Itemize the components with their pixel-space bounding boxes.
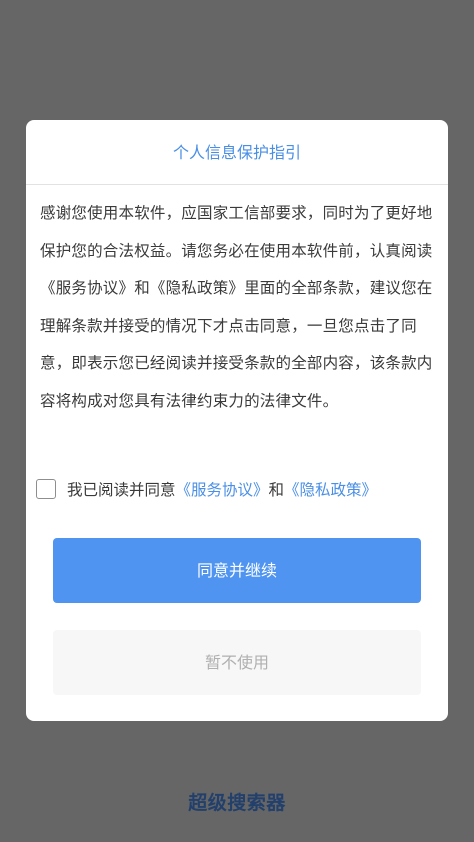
agreement-checkbox[interactable]	[36, 479, 56, 499]
agreement-text: 我已阅读并同意《服务协议》和《隐私政策》	[67, 478, 377, 500]
decline-button[interactable]: 暂不使用	[53, 630, 421, 695]
privacy-policy-link[interactable]: 《隐私政策》	[284, 481, 377, 499]
privacy-dialog: 个人信息保护指引 感谢您使用本软件，应国家工信部要求，同时为了更好地保护您的合法…	[26, 120, 448, 721]
dialog-body-text: 感谢您使用本软件，应国家工信部要求，同时为了更好地保护您的合法权益。请您务必在使…	[40, 204, 433, 410]
dialog-title: 个人信息保护指引	[26, 120, 448, 185]
agreement-row: 我已阅读并同意《服务协议》和《隐私政策》	[36, 475, 436, 503]
agreement-conjunction: 和	[268, 481, 285, 499]
agreement-prefix: 我已阅读并同意	[67, 481, 176, 499]
app-name: 超级搜索器	[188, 792, 286, 814]
service-agreement-link[interactable]: 《服务协议》	[176, 481, 269, 499]
agree-continue-button[interactable]: 同意并继续	[53, 538, 421, 603]
